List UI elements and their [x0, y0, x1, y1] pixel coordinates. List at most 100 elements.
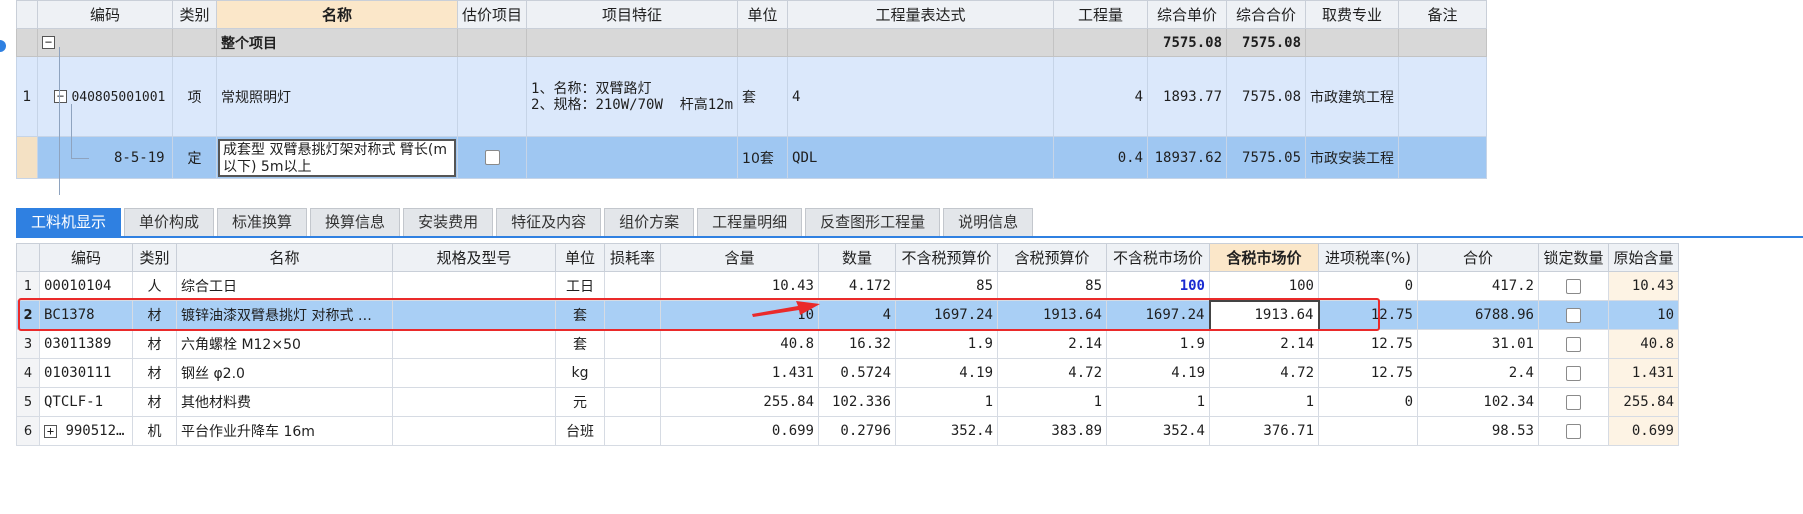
market-notax-cell[interactable]: 352.4	[1106, 416, 1210, 446]
header-market-notax[interactable]: 不含税市场价	[1106, 243, 1210, 272]
quantity-cell[interactable]	[1053, 28, 1149, 57]
type-cell[interactable]: 材	[132, 329, 177, 359]
total-cell[interactable]: 7575.05	[1226, 136, 1307, 179]
market-notax-cell[interactable]: 1697.24	[1106, 300, 1210, 330]
code-cell[interactable]: 01030111	[39, 358, 133, 388]
name-cell[interactable]: 综合工日	[176, 271, 393, 301]
loss-cell[interactable]	[604, 387, 661, 417]
spec-cell[interactable]	[392, 358, 556, 388]
tab-graphic-quantity[interactable]: 反查图形工程量	[805, 208, 941, 236]
market-notax-cell[interactable]: 4.19	[1106, 358, 1210, 388]
code-cell[interactable]: QTCLF-1	[39, 387, 133, 417]
budget-notax-cell[interactable]: 1.9	[895, 329, 998, 359]
spec-cell[interactable]	[392, 329, 556, 359]
collapse-icon[interactable]: −	[54, 90, 67, 103]
name-cell[interactable]: 整个项目	[216, 28, 458, 57]
header-tax-rate[interactable]: 进项税率(%)	[1318, 243, 1418, 272]
unit-cell[interactable]: 台班	[555, 416, 605, 446]
lock-checkbox[interactable]	[1566, 307, 1581, 323]
type-cell[interactable]: 项	[172, 56, 217, 137]
spec-cell[interactable]	[392, 271, 556, 301]
lock-checkbox[interactable]	[1566, 336, 1581, 352]
loss-cell[interactable]	[604, 416, 661, 446]
orig-content-cell[interactable]: 10	[1608, 300, 1679, 330]
content-cell[interactable]: 0.699	[660, 416, 819, 446]
type-cell[interactable]: 材	[132, 387, 177, 417]
unit-cell[interactable]	[737, 28, 789, 57]
name-cell[interactable]: 六角螺栓 M12×50	[176, 329, 393, 359]
name-cell[interactable]: 常规照明灯	[216, 56, 458, 137]
market-tax-cell[interactable]: 4.72	[1209, 358, 1319, 388]
features-cell[interactable]: 1、名称：双臂路灯 2、规格：210W/70W 杆高12m	[526, 56, 739, 137]
unit-cell[interactable]: 套	[555, 329, 605, 359]
tab-description[interactable]: 说明信息	[943, 208, 1034, 236]
unit-cell[interactable]: 工日	[555, 271, 605, 301]
table-row[interactable]: 4 01030111 材 钢丝 φ2.0 kg 1.431 0.5724 4.1…	[16, 358, 1679, 388]
tax-rate-cell[interactable]: 12.75	[1318, 329, 1418, 359]
qty-cell[interactable]: 0.2796	[818, 416, 896, 446]
name-cell[interactable]: 镀锌油漆双臂悬挑灯 对称式 …	[176, 300, 393, 330]
tab-features-content[interactable]: 特征及内容	[496, 208, 602, 236]
tab-install-fee[interactable]: 安装费用	[403, 208, 494, 236]
header-code[interactable]: 编码	[37, 0, 173, 29]
header-unit[interactable]: 单位	[737, 0, 789, 29]
name-cell[interactable]: 钢丝 φ2.0	[176, 358, 393, 388]
quantity-cell[interactable]: 4	[1053, 56, 1149, 137]
market-notax-cell[interactable]: 100	[1106, 271, 1210, 301]
loss-cell[interactable]	[604, 358, 661, 388]
tax-rate-cell[interactable]: 0	[1318, 387, 1418, 417]
loss-cell[interactable]	[604, 329, 661, 359]
budget-tax-cell[interactable]: 1	[997, 387, 1107, 417]
market-tax-input[interactable]: 1913.64	[1208, 299, 1320, 331]
total-cell[interactable]: 98.53	[1417, 416, 1539, 446]
total-cell[interactable]: 7575.08	[1226, 56, 1307, 137]
unit-cell[interactable]: 元	[555, 387, 605, 417]
estimate-cell[interactable]	[456, 56, 528, 137]
tab-pricing-scheme[interactable]: 组价方案	[604, 208, 695, 236]
orig-content-cell[interactable]: 10.43	[1608, 271, 1679, 301]
fee-category-cell[interactable]: 市政安装工程	[1305, 136, 1400, 179]
total-cell[interactable]: 417.2	[1417, 271, 1539, 301]
header-expression[interactable]: 工程量表达式	[787, 0, 1055, 29]
budget-tax-cell[interactable]: 4.72	[997, 358, 1107, 388]
estimate-checkbox[interactable]	[484, 150, 500, 165]
qty-cell[interactable]: 16.32	[818, 329, 896, 359]
unit-cell[interactable]: 套	[555, 300, 605, 330]
lock-checkbox[interactable]	[1566, 423, 1581, 439]
header-budget-tax[interactable]: 含税预算价	[997, 243, 1107, 272]
lock-cell[interactable]	[1538, 416, 1609, 446]
content-cell[interactable]: 255.84	[660, 387, 819, 417]
bill-item-row[interactable]: 1 − 040805001001 项 常规照明灯 1、名称：双臂路灯 2、规格：…	[16, 56, 1488, 137]
tax-rate-cell[interactable]: 12.75	[1318, 300, 1418, 330]
budget-notax-cell[interactable]: 85	[895, 271, 998, 301]
orig-content-cell[interactable]: 0.699	[1608, 416, 1679, 446]
unit-price-cell[interactable]: 1893.77	[1147, 56, 1228, 137]
content-cell[interactable]: 40.8	[660, 329, 819, 359]
total-cell[interactable]: 6788.96	[1417, 300, 1539, 330]
content-cell[interactable]: 10.43	[660, 271, 819, 301]
spec-cell[interactable]	[392, 387, 556, 417]
remark-cell[interactable]	[1398, 136, 1488, 179]
spec-cell[interactable]	[392, 300, 556, 330]
header-total[interactable]: 合价	[1417, 243, 1539, 272]
type-cell[interactable]	[172, 28, 217, 57]
header-type[interactable]: 类别	[172, 0, 217, 29]
lock-cell[interactable]	[1538, 271, 1609, 301]
expression-cell[interactable]: 4	[787, 56, 1055, 137]
header-content[interactable]: 含量	[660, 243, 819, 272]
header-fee-category[interactable]: 取费专业	[1305, 0, 1400, 29]
unit-cell[interactable]: 10套	[737, 136, 789, 179]
code-cell[interactable]: 03011389	[39, 329, 133, 359]
header-unit[interactable]: 单位	[555, 243, 605, 272]
unit-cell[interactable]: 套	[737, 56, 789, 137]
budget-notax-cell[interactable]: 352.4	[895, 416, 998, 446]
header-total[interactable]: 综合合价	[1226, 0, 1307, 29]
remark-cell[interactable]	[1398, 56, 1488, 137]
table-row[interactable]: 3 03011389 材 六角螺栓 M12×50 套 40.8 16.32 1.…	[16, 329, 1679, 359]
fee-category-cell[interactable]: 市政建筑工程	[1305, 56, 1400, 137]
table-row[interactable]: 1 00010104 人 综合工日 工日 10.43 4.172 85 85 1…	[16, 271, 1679, 301]
budget-notax-cell[interactable]: 1	[895, 387, 998, 417]
market-notax-cell[interactable]: 1	[1106, 387, 1210, 417]
type-cell[interactable]: 材	[132, 300, 177, 330]
total-cell[interactable]: 31.01	[1417, 329, 1539, 359]
